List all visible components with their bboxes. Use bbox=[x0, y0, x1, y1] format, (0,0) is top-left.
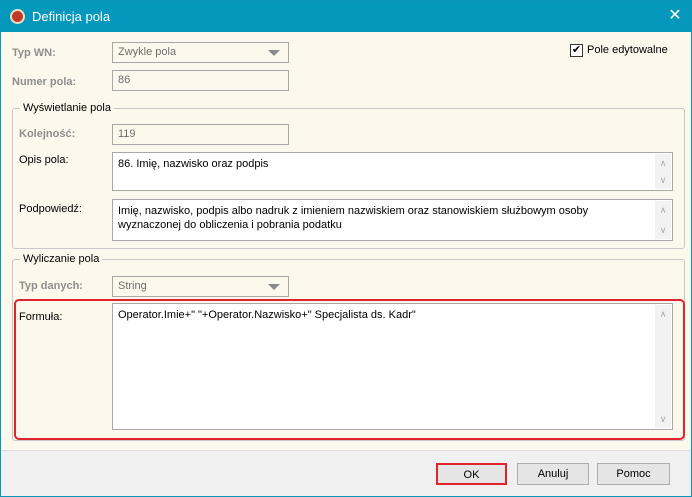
typ-danych-value: String bbox=[118, 280, 147, 292]
kolejnosc-input[interactable]: 119 bbox=[112, 124, 289, 145]
title-bar: Definicja pola ✕ bbox=[1, 1, 691, 32]
scroll-up-icon[interactable]: ∧ bbox=[655, 307, 671, 321]
formula-label: Formuła: bbox=[19, 311, 63, 323]
numer-pola-input[interactable]: 86 bbox=[112, 70, 289, 91]
scroll-up-icon[interactable]: ∧ bbox=[655, 203, 671, 217]
formula-value: Operator.Imie+" "+Operator.Nazwisko+" Sp… bbox=[118, 309, 416, 321]
scroll-down-icon[interactable]: ∨ bbox=[655, 173, 671, 187]
scroll-up-icon[interactable]: ∧ bbox=[655, 156, 671, 170]
typ-wn-label: Typ WN: bbox=[12, 47, 56, 59]
dialog-window: Definicja pola ✕ Typ WN: Zwykle pola Num… bbox=[0, 0, 692, 497]
scrollbar[interactable]: ∧ ∨ bbox=[655, 305, 671, 428]
chevron-down-icon bbox=[268, 50, 280, 56]
cancel-button[interactable]: Anuluj bbox=[517, 463, 589, 485]
numer-pola-label: Numer pola: bbox=[12, 76, 77, 88]
typ-danych-label: Typ danych: bbox=[19, 280, 83, 292]
scrollbar[interactable]: ∧ ∨ bbox=[655, 154, 671, 189]
opis-pola-value: 86. Imię, nazwisko oraz podpis bbox=[118, 158, 269, 170]
chevron-down-icon bbox=[268, 284, 280, 290]
scrollbar[interactable]: ∧ ∨ bbox=[655, 201, 671, 239]
pole-edytowalne-label: Pole edytowalne bbox=[587, 44, 668, 56]
help-button[interactable]: Pomoc bbox=[597, 463, 670, 485]
scroll-down-icon[interactable]: ∨ bbox=[655, 223, 671, 237]
app-logo-icon bbox=[10, 9, 25, 24]
wyswietlanie-legend: Wyświetlanie pola bbox=[20, 102, 114, 114]
footer-bar: OK Anuluj Pomoc bbox=[1, 450, 691, 496]
pole-edytowalne-checkbox[interactable]: ✔ bbox=[570, 44, 583, 57]
podpowiedz-textarea[interactable]: Imię, nazwisko, podpis albo nadruk z imi… bbox=[112, 199, 673, 241]
opis-pola-label: Opis pola: bbox=[19, 154, 69, 166]
formula-textarea[interactable]: Operator.Imie+" "+Operator.Nazwisko+" Sp… bbox=[112, 303, 673, 430]
kolejnosc-label: Kolejność: bbox=[19, 128, 76, 140]
typ-wn-value: Zwykle pola bbox=[118, 46, 177, 58]
podpowiedz-label: Podpowiedź: bbox=[19, 203, 82, 215]
window-title: Definicja pola bbox=[32, 9, 111, 24]
close-icon[interactable]: ✕ bbox=[663, 5, 687, 27]
opis-pola-textarea[interactable]: 86. Imię, nazwisko oraz podpis ∧ ∨ bbox=[112, 152, 673, 191]
ok-button[interactable]: OK bbox=[436, 463, 507, 485]
typ-danych-select[interactable]: String bbox=[112, 276, 289, 297]
podpowiedz-value: Imię, nazwisko, podpis albo nadruk z imi… bbox=[118, 205, 589, 231]
wyliczanie-legend: Wyliczanie pola bbox=[20, 253, 103, 265]
scroll-down-icon[interactable]: ∨ bbox=[655, 412, 671, 426]
typ-wn-select[interactable]: Zwykle pola bbox=[112, 42, 289, 63]
